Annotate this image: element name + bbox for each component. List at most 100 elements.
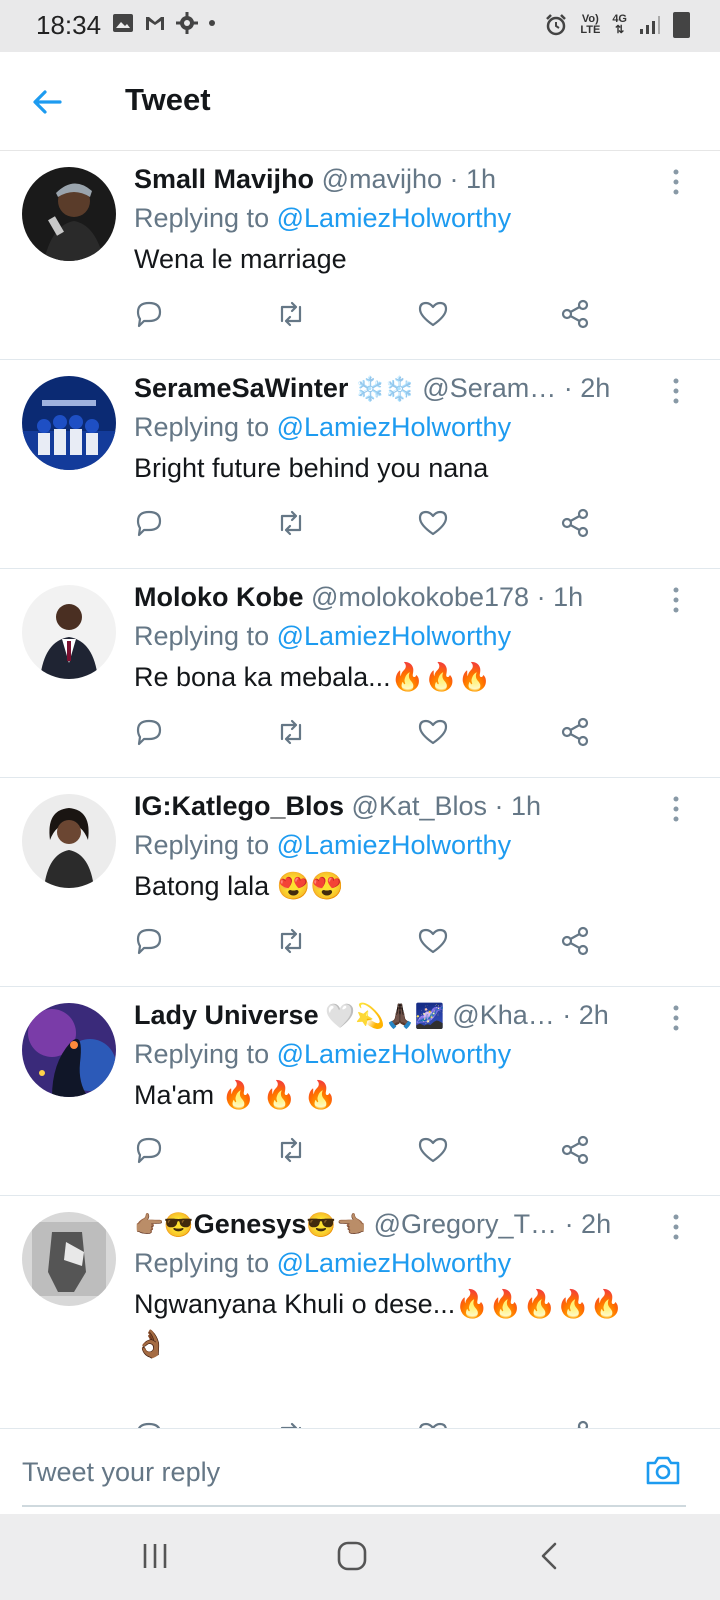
reply-tweet[interactable]: Lady Universe 🤍💫🙏🏿🌌 @Kha… · 2h Replying … [0, 987, 720, 1196]
author-handle[interactable]: @molokokobe178 [311, 582, 529, 612]
more-vertical-icon[interactable] [672, 1214, 680, 1240]
tweet-header: 👉🏽😎Genesys😎👈🏽 @Gregory_T… · 2h [134, 1206, 634, 1242]
reply-icon[interactable] [132, 506, 166, 540]
replying-prefix: Replying to [134, 203, 277, 233]
heart-icon[interactable] [416, 1418, 450, 1428]
share-icon[interactable] [558, 715, 592, 749]
avatar[interactable] [22, 585, 116, 679]
app-header: Tweet [0, 52, 720, 151]
tweet-time: · 1h [494, 791, 542, 821]
avatar[interactable] [22, 1212, 116, 1306]
heart-icon[interactable] [416, 1133, 450, 1167]
tweet-text: Ma'am 🔥 🔥 🔥 [134, 1080, 338, 1110]
replies-feed[interactable]: Small Mavijho @mavijho · 1h Replying to … [0, 151, 720, 1428]
avatar[interactable] [22, 376, 116, 470]
author-name[interactable]: IG:Katlego_Blos [134, 791, 344, 821]
share-icon[interactable] [558, 924, 592, 958]
replying-prefix: Replying to [134, 1039, 277, 1069]
status-time: 18:34 [36, 10, 102, 40]
camera-icon[interactable] [644, 1451, 682, 1489]
reply-tweet[interactable]: IG:Katlego_Blos @Kat_Blos · 1h Replying … [0, 778, 720, 987]
status-bar: 18:34 Vo) LTE 4G ⇅ [0, 0, 720, 52]
more-vertical-icon[interactable] [672, 169, 680, 195]
author-handle[interactable]: @Gregory_T… [366, 1209, 557, 1239]
tweet-body: 👉🏽😎Genesys😎👈🏽 @Gregory_T… · 2h Replying … [134, 1206, 634, 1364]
reply-icon[interactable] [132, 297, 166, 331]
reply-icon[interactable] [132, 715, 166, 749]
tweet-time: · 2h [554, 1000, 609, 1030]
replying-to: Replying to @LamiezHolworthy [134, 197, 634, 239]
retweet-icon[interactable] [274, 297, 308, 331]
home-icon[interactable] [332, 1536, 372, 1576]
input-underline [22, 1505, 686, 1507]
mention-link[interactable]: @LamiezHolworthy [277, 1248, 511, 1278]
reply-tweet[interactable]: SerameSaWinter ❄️❄️ @Seram… · 2h Replyin… [0, 360, 720, 569]
status-system-icons: Vo) LTE 4G ⇅ [544, 12, 690, 38]
name-emojis: ❄️❄️ [348, 376, 415, 403]
tweet-header: Lady Universe 🤍💫🙏🏿🌌 @Kha… · 2h [134, 997, 634, 1033]
heart-icon[interactable] [416, 506, 450, 540]
author-name[interactable]: Genesys [194, 1209, 307, 1239]
more-vertical-icon[interactable] [672, 796, 680, 822]
author-name[interactable]: Small Mavijho [134, 164, 314, 194]
author-name[interactable]: Lady Universe [134, 1000, 319, 1030]
heart-icon[interactable] [416, 297, 450, 331]
mention-link[interactable]: @LamiezHolworthy [277, 412, 511, 442]
mention-link[interactable]: @LamiezHolworthy [277, 830, 511, 860]
more-vertical-icon[interactable] [672, 378, 680, 404]
arrow-left-icon[interactable] [30, 84, 66, 120]
reply-tweet[interactable]: Small Mavijho @mavijho · 1h Replying to … [0, 151, 720, 360]
volte-indicator: Vo) LTE [580, 14, 600, 36]
avatar[interactable] [22, 794, 116, 888]
avatar[interactable] [22, 1003, 116, 1097]
retweet-icon[interactable] [274, 715, 308, 749]
reply-icon[interactable] [132, 924, 166, 958]
recent-apps-icon[interactable] [135, 1536, 175, 1576]
replying-prefix: Replying to [134, 830, 277, 860]
tweet-time: · 2h [557, 1209, 612, 1239]
gmail-icon [146, 17, 164, 30]
tweet-actions [132, 715, 612, 755]
tweet-text: Bright future behind you nana [134, 453, 489, 483]
tweet-text: Ngwanyana Khuli o dese...🔥🔥🔥🔥🔥 [134, 1289, 624, 1319]
author-name[interactable]: Moloko Kobe [134, 582, 304, 612]
reply-input[interactable]: Tweet your reply [22, 1457, 220, 1488]
more-vertical-icon[interactable] [672, 587, 680, 613]
mention-link[interactable]: @LamiezHolworthy [277, 203, 511, 233]
tweet-body: Small Mavijho @mavijho · 1h Replying to … [134, 161, 634, 279]
mention-link[interactable]: @LamiezHolworthy [277, 621, 511, 651]
data-arrows-icon: ⇅ [615, 24, 625, 36]
tweet-actions [132, 1133, 612, 1173]
heart-icon[interactable] [416, 715, 450, 749]
mention-link[interactable]: @LamiezHolworthy [277, 1039, 511, 1069]
replying-to: Replying to @LamiezHolworthy [134, 1033, 634, 1075]
gallery-icon [113, 14, 133, 32]
share-icon[interactable] [558, 1133, 592, 1167]
author-handle[interactable]: @mavijho [322, 164, 442, 194]
reply-tweet[interactable]: Moloko Kobe @molokokobe178 · 1h Replying… [0, 569, 720, 778]
tweet-header: SerameSaWinter ❄️❄️ @Seram… · 2h [134, 370, 634, 406]
retweet-icon[interactable] [274, 506, 308, 540]
more-vertical-icon[interactable] [672, 1005, 680, 1031]
share-icon[interactable] [558, 1418, 592, 1428]
replying-prefix: Replying to [134, 1248, 277, 1278]
retweet-icon[interactable] [274, 1133, 308, 1167]
retweet-icon[interactable] [274, 924, 308, 958]
tweet-body: Lady Universe 🤍💫🙏🏿🌌 @Kha… · 2h Replying … [134, 997, 634, 1115]
reply-icon[interactable] [132, 1418, 166, 1428]
author-name[interactable]: SerameSaWinter [134, 373, 348, 403]
reply-tweet[interactable]: 👉🏽😎Genesys😎👈🏽 @Gregory_T… · 2h Replying … [0, 1196, 720, 1428]
share-icon[interactable] [558, 506, 592, 540]
author-handle[interactable]: @Seram… [415, 373, 556, 403]
author-handle[interactable]: @Kat_Blos [352, 791, 487, 821]
avatar[interactable] [22, 167, 116, 261]
heart-icon[interactable] [416, 924, 450, 958]
author-handle[interactable]: @Kha… [445, 1000, 554, 1030]
dot-icon [209, 20, 215, 26]
back-nav-icon[interactable] [530, 1536, 570, 1576]
retweet-icon[interactable] [274, 1418, 308, 1428]
reply-icon[interactable] [132, 1133, 166, 1167]
tweet-text: Wena le marriage [134, 244, 347, 274]
battery-icon [673, 12, 690, 38]
share-icon[interactable] [558, 297, 592, 331]
